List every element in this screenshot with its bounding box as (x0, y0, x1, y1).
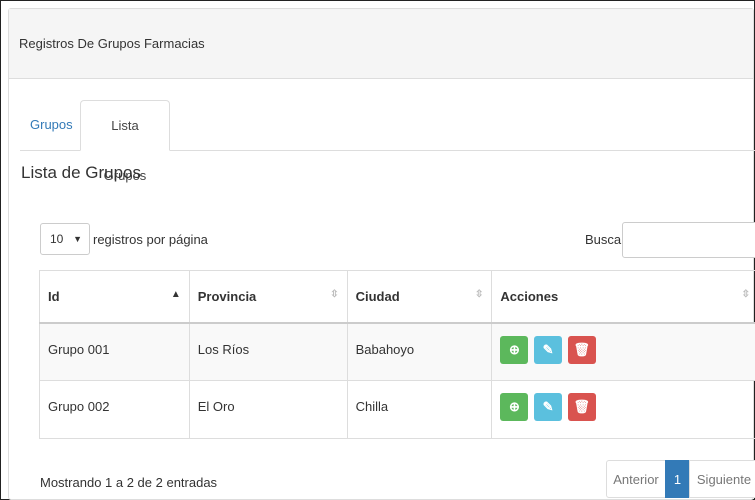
section-title: Lista de Grupos (21, 163, 142, 182)
trash-icon: 🗑 (573, 399, 590, 414)
table-row: Grupo 001 Los Ríos Babahoyo ⊕ ✎ 🗑 (39, 322, 755, 381)
cell-ciudad: Chilla (346, 380, 493, 439)
zoom-in-icon: ⊕ (508, 399, 520, 414)
view-button[interactable]: ⊕ (500, 393, 529, 421)
groups-table: Id ▲ Provincia ⇳ Ciudad ⇳ Acciones ⇳ Gru… (39, 270, 755, 439)
view-button[interactable]: ⊕ (500, 335, 529, 364)
edit-icon: ✎ (542, 341, 554, 357)
cell-id: Grupo 002 (39, 380, 190, 439)
tab-lista-grupos[interactable]: Lista Grupos (80, 100, 170, 183)
cell-provincia: El Oro (188, 380, 348, 439)
pagination-prev[interactable]: Anterior (606, 460, 666, 498)
sort-icon: ⇳ (330, 289, 339, 300)
cell-actions: ⊕ ✎ 🗑 (491, 322, 755, 381)
cell-id: Grupo 001 (39, 322, 190, 381)
tab-bar: Grupos Lista Grupos (20, 90, 755, 183)
cell-ciudad: Babahoyo (346, 322, 493, 381)
sort-icon: ⇳ (741, 289, 750, 300)
column-header-id[interactable]: Id ▲ (39, 270, 190, 324)
delete-button[interactable]: 🗑 (567, 393, 596, 421)
delete-button[interactable]: 🗑 (567, 335, 596, 364)
sort-icon: ⇳ (475, 289, 484, 300)
tab-grupos[interactable]: Grupos (20, 100, 80, 150)
caret-down-icon: ▼ (73, 234, 82, 244)
zoom-in-icon: ⊕ (508, 341, 520, 357)
cell-actions: ⊕ ✎ 🗑 (491, 380, 755, 439)
page-length-value: 10 (50, 232, 64, 246)
sort-asc-icon: ▲ (170, 289, 181, 300)
column-header-acciones[interactable]: Acciones ⇳ (491, 270, 755, 324)
column-header-provincia[interactable]: Provincia ⇳ (188, 270, 348, 324)
panel-title: Registros De Grupos Farmacias (9, 9, 753, 79)
edit-button[interactable]: ✎ (534, 335, 563, 364)
search-input[interactable] (622, 222, 755, 258)
column-header-ciudad[interactable]: Ciudad ⇳ (346, 270, 493, 324)
cell-provincia: Los Ríos (188, 322, 348, 381)
edit-button[interactable]: ✎ (534, 393, 563, 421)
table-info: Mostrando 1 a 2 de 2 entradas (40, 475, 218, 490)
page-length-label: registros por página (93, 232, 208, 247)
pagination-next[interactable]: Siguiente (689, 460, 755, 498)
table-row: Grupo 002 El Oro Chilla ⊕ ✎ 🗑 (39, 380, 755, 439)
edit-icon: ✎ (542, 399, 554, 414)
pagination-page-1[interactable]: 1 (665, 460, 690, 498)
page-length-select[interactable]: 10 ▼ (40, 223, 90, 255)
trash-icon: 🗑 (573, 341, 590, 357)
